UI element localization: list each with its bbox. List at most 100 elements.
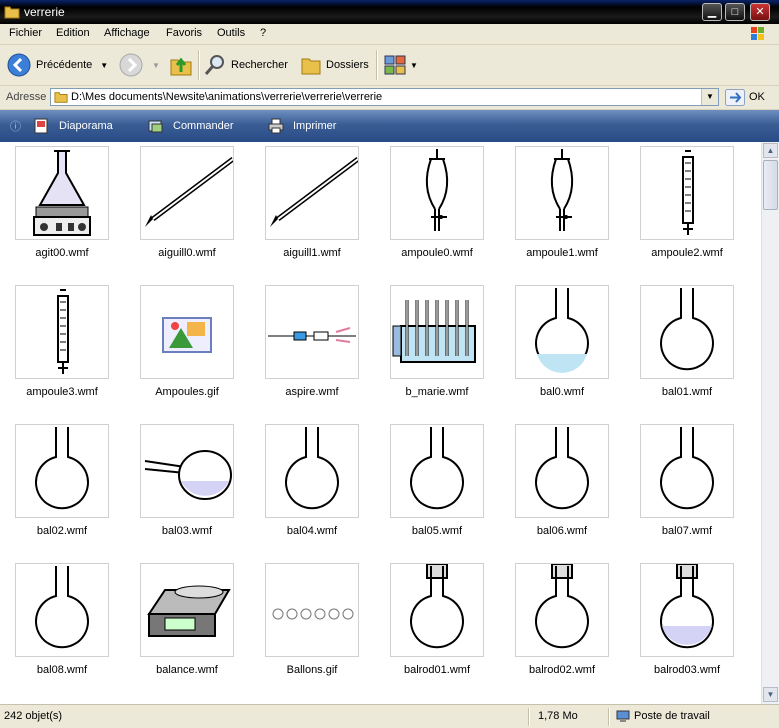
file-item[interactable]: aspire.wmf bbox=[250, 281, 370, 411]
address-input[interactable]: D:\Mes documents\Newsite\animations\verr… bbox=[50, 88, 719, 106]
back-button[interactable]: Précédente ▼ bbox=[6, 45, 108, 85]
file-item[interactable]: bal06.wmf bbox=[500, 420, 620, 550]
file-thumbnail bbox=[140, 285, 234, 379]
needle-icon bbox=[145, 157, 233, 227]
folders-icon bbox=[301, 58, 321, 75]
order-prints-button[interactable]: Commander bbox=[148, 118, 234, 134]
file-item[interactable]: Ampoules.gif bbox=[125, 281, 245, 411]
file-item[interactable]: bal07.wmf bbox=[625, 420, 745, 550]
menu-favorites[interactable]: Favoris bbox=[166, 27, 202, 39]
file-item[interactable]: bal08.wmf bbox=[0, 559, 120, 689]
folders-label: Dossiers bbox=[326, 59, 369, 71]
views-dropdown-icon[interactable]: ▼ bbox=[410, 61, 418, 70]
file-item[interactable]: balance.wmf bbox=[125, 559, 245, 689]
file-item[interactable]: bal02.wmf bbox=[0, 420, 120, 550]
scroll-up-icon[interactable]: ▲ bbox=[763, 143, 778, 158]
file-thumbnail bbox=[515, 424, 609, 518]
menu-view[interactable]: Affichage bbox=[104, 27, 150, 39]
file-item[interactable]: bal04.wmf bbox=[250, 420, 370, 550]
minimize-button[interactable]: ▁ bbox=[702, 3, 722, 21]
file-name: b_marie.wmf bbox=[405, 386, 469, 398]
folders-button[interactable]: Dossiers bbox=[300, 45, 369, 85]
file-name: ampoule0.wmf bbox=[401, 247, 473, 259]
back-label: Précédente bbox=[36, 59, 93, 71]
file-thumbnail bbox=[265, 424, 359, 518]
stirrer-hotplate-icon bbox=[33, 150, 91, 236]
file-name: bal0.wmf bbox=[539, 386, 585, 398]
flask-icon bbox=[285, 427, 339, 510]
menu-help[interactable]: ? bbox=[260, 27, 266, 39]
printer-icon bbox=[268, 118, 284, 134]
file-item[interactable]: ampoule3.wmf bbox=[0, 281, 120, 411]
print-label: Imprimer bbox=[293, 120, 337, 132]
file-item[interactable]: balrod03.wmf bbox=[625, 559, 745, 689]
file-thumbnail bbox=[640, 563, 734, 657]
file-item[interactable]: aiguill0.wmf bbox=[125, 142, 245, 272]
file-thumbnail bbox=[140, 424, 234, 518]
views-button[interactable]: ▼ bbox=[384, 45, 418, 85]
file-item[interactable]: agit00.wmf bbox=[0, 142, 120, 272]
object-count: 242 objet(s) bbox=[4, 710, 63, 722]
file-item[interactable]: bal01.wmf bbox=[625, 281, 745, 411]
slideshow-button[interactable]: Diaporama bbox=[34, 118, 113, 134]
file-name: aiguill1.wmf bbox=[283, 247, 341, 259]
file-item[interactable]: balrod01.wmf bbox=[375, 559, 495, 689]
up-folder-icon bbox=[170, 57, 192, 76]
file-name: Ballons.gif bbox=[286, 664, 338, 676]
file-thumbnail bbox=[390, 146, 484, 240]
address-dropdown-icon[interactable]: ▼ bbox=[701, 89, 718, 105]
burette-funnel-icon bbox=[57, 289, 69, 374]
forward-button[interactable]: ▼ bbox=[118, 45, 160, 85]
menu-file[interactable]: Fichier bbox=[9, 27, 42, 39]
file-name: ampoule2.wmf bbox=[651, 247, 723, 259]
order-prints-icon bbox=[148, 120, 163, 133]
scroll-thumb[interactable] bbox=[763, 160, 778, 210]
file-item[interactable]: ampoule2.wmf bbox=[625, 142, 745, 272]
burette-funnel-icon bbox=[682, 150, 694, 235]
search-button[interactable]: Rechercher bbox=[204, 45, 288, 85]
close-button[interactable]: ✕ bbox=[750, 3, 770, 21]
flask-icon bbox=[35, 427, 89, 510]
up-folder-button[interactable] bbox=[168, 45, 194, 85]
file-item[interactable]: bal03.wmf bbox=[125, 420, 245, 550]
menu-tools[interactable]: Outils bbox=[217, 27, 245, 39]
ground-neck-flask-icon bbox=[535, 564, 589, 649]
flask-icon bbox=[535, 427, 589, 510]
file-item[interactable]: b_marie.wmf bbox=[375, 281, 495, 411]
file-name: bal08.wmf bbox=[36, 664, 88, 676]
scroll-down-icon[interactable]: ▼ bbox=[763, 687, 778, 702]
file-item[interactable]: ampoule0.wmf bbox=[375, 142, 495, 272]
back-dropdown-icon[interactable]: ▼ bbox=[100, 61, 108, 70]
file-item[interactable]: ampoule1.wmf bbox=[500, 142, 620, 272]
info-icon[interactable]: ⓘ bbox=[10, 118, 21, 134]
file-item[interactable]: Ballons.gif bbox=[250, 559, 370, 689]
maximize-button[interactable]: □ bbox=[725, 3, 745, 21]
slideshow-icon bbox=[34, 118, 48, 134]
file-item[interactable]: aiguill1.wmf bbox=[250, 142, 370, 272]
go-button[interactable]: OK bbox=[749, 91, 765, 103]
file-item[interactable]: bal0.wmf bbox=[500, 281, 620, 411]
file-item[interactable]: bal05.wmf bbox=[375, 420, 495, 550]
address-bar: Adresse D:\Mes documents\Newsite\animati… bbox=[0, 86, 779, 110]
separatory-funnel-icon bbox=[550, 149, 574, 231]
file-name: balance.wmf bbox=[156, 664, 218, 676]
forward-dropdown-icon[interactable]: ▼ bbox=[152, 61, 160, 70]
flask-icon bbox=[660, 427, 714, 510]
file-item[interactable]: balrod02.wmf bbox=[500, 559, 620, 689]
vertical-scrollbar[interactable]: ▲ ▼ bbox=[761, 142, 779, 704]
image-tasks-bar: ⓘ Diaporama Commander Imprimer bbox=[0, 110, 779, 142]
file-name: agit00.wmf bbox=[35, 247, 89, 259]
go-arrow-icon[interactable] bbox=[725, 89, 745, 106]
aspirator-icon bbox=[268, 327, 356, 343]
menu-edit[interactable]: Edition bbox=[56, 27, 90, 39]
file-thumbnail-view[interactable]: agit00.wmf aiguill0.wmf aiguill1.wmf ampoul… bbox=[0, 142, 761, 704]
file-name: balrod03.wmf bbox=[653, 664, 721, 676]
print-button[interactable]: Imprimer bbox=[268, 118, 336, 134]
title-bar[interactable]: verrerie ▁ □ ✕ bbox=[0, 0, 779, 24]
location-label: Poste de travail bbox=[634, 710, 710, 722]
file-name: bal01.wmf bbox=[661, 386, 713, 398]
file-thumbnail bbox=[140, 563, 234, 657]
flask-icon bbox=[410, 427, 464, 510]
balloons-icon bbox=[272, 608, 354, 620]
file-name: balrod01.wmf bbox=[403, 664, 471, 676]
